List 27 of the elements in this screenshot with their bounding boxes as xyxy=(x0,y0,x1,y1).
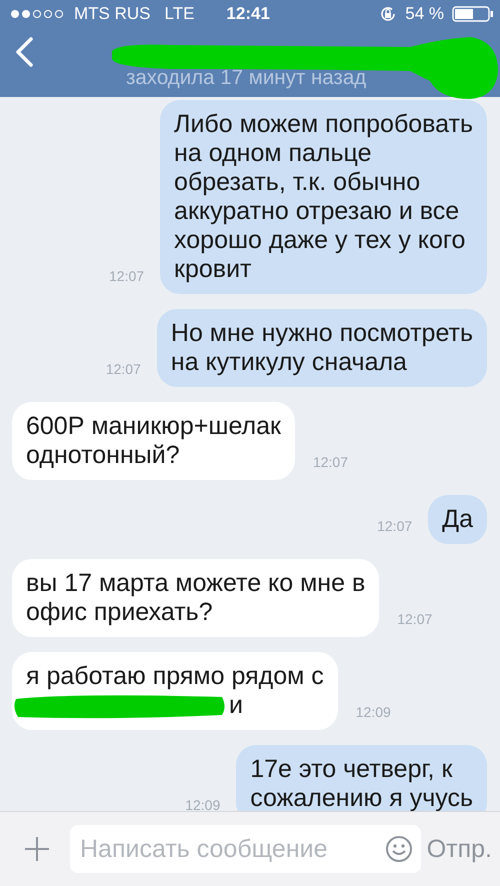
network-type: LTE xyxy=(164,4,194,24)
message-bubble: 600Р маникюр+шелак однотонный? xyxy=(12,402,295,480)
clock: 12:41 xyxy=(226,4,270,24)
message-bubble: Но мне нужно посмотреть на кутикулу сначала xyxy=(156,309,487,387)
message-time: 12:07 xyxy=(377,518,412,534)
send-button[interactable]: Отпр. xyxy=(426,834,492,864)
message-field[interactable]: Написать сообщение xyxy=(70,825,421,873)
message-bubble: вы 17 марта можете ко мне в офис приехать? xyxy=(12,559,380,637)
message-bubble: я работаю прямо рядом с и xyxy=(12,652,338,730)
battery-icon xyxy=(452,6,494,22)
battery-percent: 54 % xyxy=(405,4,444,24)
smile-icon[interactable] xyxy=(384,835,413,863)
rotation-lock-icon xyxy=(379,5,398,23)
message-time: 12:07 xyxy=(106,361,141,377)
message-bubble: Да xyxy=(428,495,487,544)
signal-icon xyxy=(10,9,66,19)
last-seen-text: заходила 17 минут назад xyxy=(126,66,366,90)
message-time: 12:09 xyxy=(185,797,220,811)
message-time: 12:07 xyxy=(397,611,432,627)
carrier-name: MTS RUS xyxy=(74,4,150,24)
message-time: 12:09 xyxy=(356,704,391,720)
message-bubble: Либо можем попробовать на одном пальце обрезать, т.к. обычно аккуратно отрезаю и все хорошо даже у тех у кого кровит xyxy=(160,100,487,294)
add-icon[interactable] xyxy=(24,836,50,862)
message-bubble: 17е это четверг, к сожалению я учусь xyxy=(236,745,487,811)
message-time: 12:07 xyxy=(312,454,348,470)
back-icon[interactable] xyxy=(14,36,34,68)
message-time: 12:07 xyxy=(109,268,144,284)
